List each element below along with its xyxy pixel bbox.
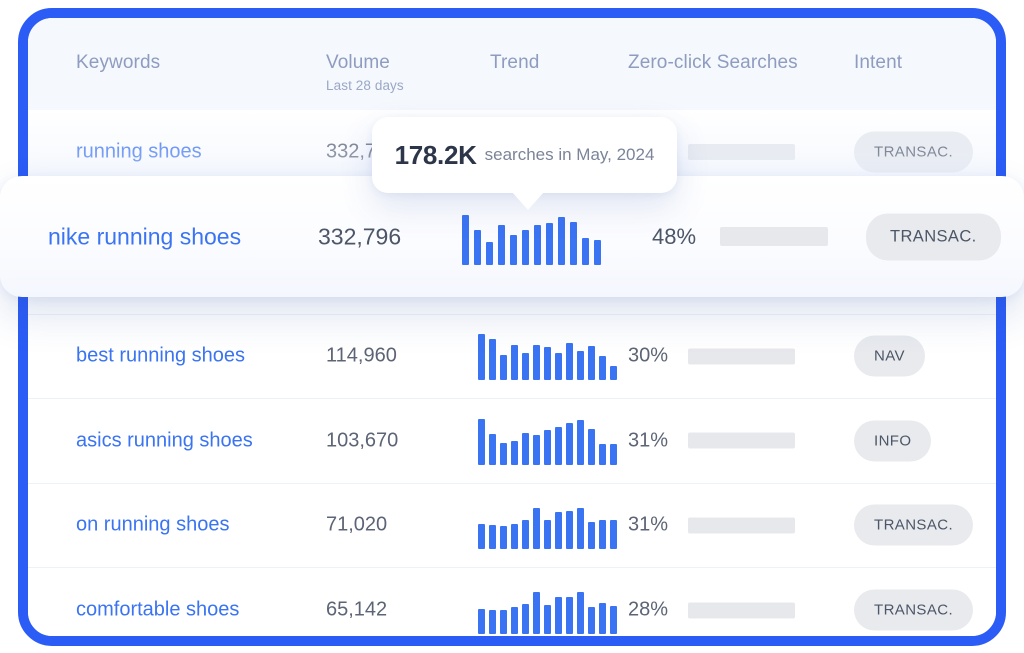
volume-value: 114,960 [326, 344, 397, 367]
zero-click-progress-track [688, 602, 795, 619]
sparkline-bars [478, 501, 617, 550]
tooltip-text: searches in May, 2024 [484, 145, 655, 164]
table-row[interactable]: comfortable shoes 65,142 28% TRANSAC. [28, 568, 996, 636]
highlighted-intent-badge[interactable]: TRANSAC. [866, 213, 1001, 260]
highlighted-zero-click-percent: 48% [652, 223, 697, 249]
keyword-link[interactable]: comfortable shoes [76, 599, 239, 622]
intent-badge[interactable]: TRANSAC. [854, 131, 974, 173]
zero-click-percent: 31% [628, 429, 669, 452]
column-header-intent-label: Intent [854, 52, 903, 73]
zero-click-progress-track [688, 432, 795, 449]
zero-click-cell: 30% [628, 345, 795, 368]
column-header-zero-click[interactable]: Zero-click Searches [628, 52, 798, 74]
column-header-volume-label: Volume [326, 52, 390, 73]
highlighted-volume-value: 332,796 [318, 223, 402, 249]
intent-cell: INFO [854, 420, 932, 462]
trend-sparkline [478, 417, 617, 465]
intent-badge[interactable]: TRANSAC. [854, 589, 974, 631]
intent-badge[interactable]: NAV [854, 335, 925, 377]
volume-value: 103,670 [326, 429, 399, 452]
volume-value: 71,020 [326, 513, 388, 536]
intent-cell: TRANSAC. [854, 504, 974, 546]
zero-click-progress-track [688, 517, 795, 534]
keyword-link[interactable]: asics running shoes [76, 429, 253, 452]
trend-sparkline [478, 501, 617, 550]
highlighted-zero-click-cell: 48% [652, 224, 828, 250]
zero-click-cell: 28% [628, 599, 795, 622]
intent-badge[interactable]: TRANSAC. [854, 504, 974, 546]
trend-sparkline [478, 332, 617, 381]
column-header-keywords-label: Keywords [76, 52, 161, 73]
table-row[interactable]: best running shoes 114,960 30% NAV [28, 314, 996, 399]
table-row[interactable]: on running shoes 71,020 31% TRANSAC. [28, 483, 996, 568]
zero-click-progress-track [688, 348, 795, 365]
keyword-link[interactable]: running shoes [76, 140, 202, 163]
zero-click-percent: 31% [628, 513, 669, 536]
column-header-trend[interactable]: Trend [490, 52, 539, 74]
tooltip-value: 178.2K [394, 139, 477, 170]
zero-click-cell: 31% [628, 514, 795, 537]
column-header-volume[interactable]: Volume Last 28 days [326, 52, 404, 93]
column-header-keywords[interactable]: Keywords [76, 52, 160, 74]
sparkline-bars [478, 332, 617, 381]
zero-click-cell: 31% [628, 429, 795, 452]
column-header-zero-click-label: Zero-click Searches [628, 52, 798, 73]
trend-tooltip: 178.2K searches in May, 2024 [372, 117, 677, 210]
trend-sparkline [478, 586, 617, 635]
table-row[interactable]: asics running shoes 103,670 31% INFO [28, 399, 996, 484]
column-header-trend-label: Trend [490, 52, 540, 73]
highlighted-zero-click-progress-track [720, 227, 828, 246]
highlighted-intent-cell: TRANSAC. [866, 213, 1001, 260]
zero-click-progress-track [688, 143, 795, 160]
intent-cell: NAV [854, 335, 925, 377]
keyword-table-card: Keywords Volume Last 28 days Trend Zero-… [18, 8, 1006, 646]
intent-cell: TRANSAC. [854, 589, 974, 631]
sparkline-bars [462, 209, 601, 265]
table-header: Keywords Volume Last 28 days Trend Zero-… [28, 18, 996, 110]
highlighted-keyword-link[interactable]: nike running shoes [48, 223, 241, 250]
keyword-link[interactable]: on running shoes [76, 514, 229, 537]
screenshot-root: Keywords Volume Last 28 days Trend Zero-… [0, 0, 1024, 653]
highlighted-trend-sparkline[interactable] [462, 209, 601, 265]
zero-click-percent: 30% [628, 344, 669, 367]
volume-value: 65,142 [326, 598, 388, 621]
intent-badge[interactable]: INFO [854, 420, 932, 462]
keyword-link[interactable]: best running shoes [76, 345, 245, 368]
sparkline-bars [478, 586, 617, 635]
column-header-volume-sublabel: Last 28 days [326, 78, 404, 93]
zero-click-percent: 28% [628, 598, 669, 621]
sparkline-bars [478, 417, 617, 465]
column-header-intent[interactable]: Intent [854, 52, 902, 74]
intent-cell: TRANSAC. [854, 131, 974, 173]
